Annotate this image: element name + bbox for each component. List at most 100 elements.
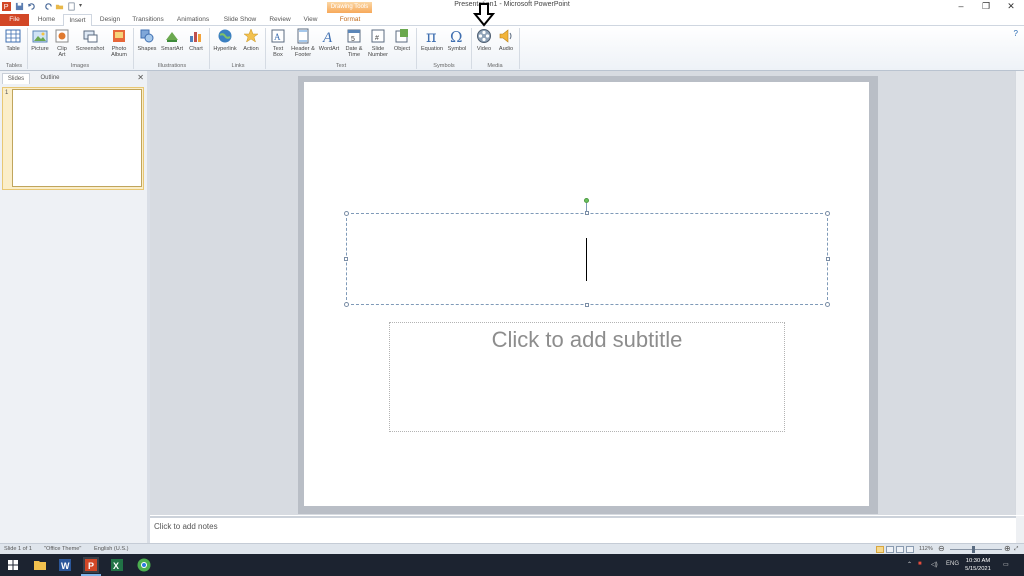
slide-thumbnail-number: 1 [5, 90, 9, 96]
windows-taskbar: W P X ⌃ ■ ◁) ENG 10:30 AM 5/15/2021 ▭ [0, 554, 1024, 576]
date-time-button[interactable]: 5 Date & Time [343, 28, 365, 58]
equation-button[interactable]: π Equation [419, 28, 445, 52]
window-title: Presentation1 - Microsoft PowerPoint [454, 1, 570, 8]
language-indicator[interactable]: English (U.S.) [94, 546, 129, 552]
resize-handle[interactable] [825, 302, 830, 307]
clip-art-button[interactable]: Clip Art [53, 28, 71, 58]
word-icon[interactable]: W [57, 557, 73, 573]
ribbon: Table Tables Picture Clip Art Screenshot… [0, 26, 1024, 71]
notes-pane[interactable]: Click to add notes [150, 516, 1016, 543]
slide-sorter-view-button[interactable] [886, 546, 894, 553]
smartart-label: SmartArt [160, 46, 184, 52]
down-arrow-annotation-icon [473, 3, 495, 27]
tab-outline[interactable]: Outline [33, 73, 67, 84]
notifications-icon[interactable]: ▭ [1003, 561, 1009, 568]
chart-button[interactable]: Chart [186, 28, 206, 52]
zoom-out-icon[interactable]: ⊖ [938, 544, 945, 553]
restore-button[interactable]: ❐ [973, 0, 999, 13]
title-bar: P ▾ Drawing Tools Presentation1 - Micros… [0, 0, 1024, 13]
smartart-button[interactable]: SmartArt [160, 28, 184, 52]
wordart-button[interactable]: A WordArt [317, 28, 341, 52]
tab-view[interactable]: View [297, 14, 324, 26]
tab-transitions[interactable]: Transitions [128, 14, 168, 26]
audio-button[interactable]: Audio [496, 28, 516, 52]
powerpoint-taskbar-icon[interactable]: P [83, 557, 99, 573]
text-box-label: Text Box [272, 46, 284, 58]
svg-text:X: X [113, 561, 119, 571]
resize-handle[interactable] [826, 257, 830, 261]
resize-handle[interactable] [825, 211, 830, 216]
picture-button[interactable]: Picture [29, 28, 51, 52]
tab-slide-show[interactable]: Slide Show [218, 14, 262, 26]
file-explorer-icon[interactable] [32, 557, 48, 573]
reading-view-button[interactable] [896, 546, 904, 553]
tab-home[interactable]: Home [33, 14, 60, 26]
hyperlink-button[interactable]: Hyperlink [212, 28, 238, 52]
taskbar-clock[interactable]: 10:30 AM 5/15/2021 [958, 557, 998, 573]
tab-animations[interactable]: Animations [172, 14, 214, 26]
tab-slides[interactable]: Slides [2, 73, 30, 84]
tab-format[interactable]: Format [330, 14, 370, 26]
svg-text:π: π [426, 28, 437, 44]
rotate-handle[interactable] [584, 198, 589, 203]
slides-pane: Slides Outline ✕ 1 [0, 71, 148, 543]
symbol-button[interactable]: Ω Symbol [446, 28, 468, 52]
screenshot-icon [83, 30, 98, 43]
object-icon [395, 29, 408, 43]
header-footer-button[interactable]: Header & Footer [290, 28, 316, 58]
resize-handle[interactable] [344, 211, 349, 216]
omega-icon: Ω [450, 28, 462, 44]
pi-icon: π [426, 28, 437, 44]
table-button[interactable]: Table [3, 28, 23, 52]
minimize-button[interactable]: – [948, 0, 974, 13]
table-label: Table [6, 46, 20, 52]
group-label-images: Images [70, 63, 90, 69]
slideshow-view-button[interactable] [906, 546, 914, 553]
tab-review[interactable]: Review [266, 14, 294, 26]
text-cursor [586, 238, 587, 281]
video-button[interactable]: Video [474, 28, 494, 52]
pane-close-icon[interactable]: ✕ [137, 73, 144, 82]
help-icon[interactable]: ? [1014, 29, 1018, 38]
slide-thumbnail[interactable] [12, 89, 142, 187]
group-label-symbols: Symbols [433, 63, 455, 69]
shapes-label: Shapes [137, 46, 157, 52]
resize-handle[interactable] [344, 257, 348, 261]
photo-album-icon [113, 30, 125, 42]
volume-icon[interactable]: ◁) [931, 561, 938, 568]
screenshot-button[interactable]: Screenshot [74, 28, 106, 52]
normal-view-button[interactable] [876, 546, 884, 553]
vertical-scrollbar[interactable] [1015, 71, 1024, 515]
zoom-slider-track[interactable] [950, 549, 1002, 550]
tab-file[interactable]: File [0, 14, 29, 26]
fit-to-window-icon[interactable]: ⤢ [1014, 546, 1018, 553]
notes-scrollbar[interactable] [1016, 516, 1024, 543]
tray-app-icon[interactable]: ■ [918, 561, 922, 567]
resize-handle[interactable] [585, 211, 589, 215]
resize-handle[interactable] [585, 303, 589, 307]
browser-icon[interactable] [136, 557, 152, 573]
action-button[interactable]: Action [240, 28, 262, 52]
chart-icon [190, 32, 201, 42]
zoom-in-icon[interactable]: ⊕ [1004, 544, 1011, 553]
zoom-level[interactable]: 112% [919, 546, 933, 552]
photo-album-label: Photo Album [111, 46, 127, 58]
photo-album-button[interactable]: Photo Album [108, 28, 130, 58]
tray-overflow-icon[interactable]: ⌃ [907, 561, 912, 568]
group-separator [416, 28, 417, 69]
shapes-button[interactable]: Shapes [136, 28, 158, 52]
text-box-button[interactable]: A Text Box [268, 28, 288, 58]
close-button[interactable]: ✕ [998, 0, 1024, 13]
excel-icon[interactable]: X [109, 557, 125, 573]
picture-label: Picture [31, 46, 49, 52]
slide-number-button[interactable]: # Slide Number [366, 28, 390, 58]
tab-design[interactable]: Design [96, 14, 124, 26]
resize-handle[interactable] [344, 302, 349, 307]
windows-start-icon[interactable] [5, 557, 21, 573]
pane-tabs: Slides Outline ✕ [0, 73, 148, 84]
object-button[interactable]: Object [391, 28, 413, 52]
chart-label: Chart [189, 46, 203, 52]
shapes-icon [140, 29, 154, 43]
title-placeholder[interactable] [346, 213, 828, 305]
zoom-slider-thumb[interactable] [971, 546, 975, 553]
